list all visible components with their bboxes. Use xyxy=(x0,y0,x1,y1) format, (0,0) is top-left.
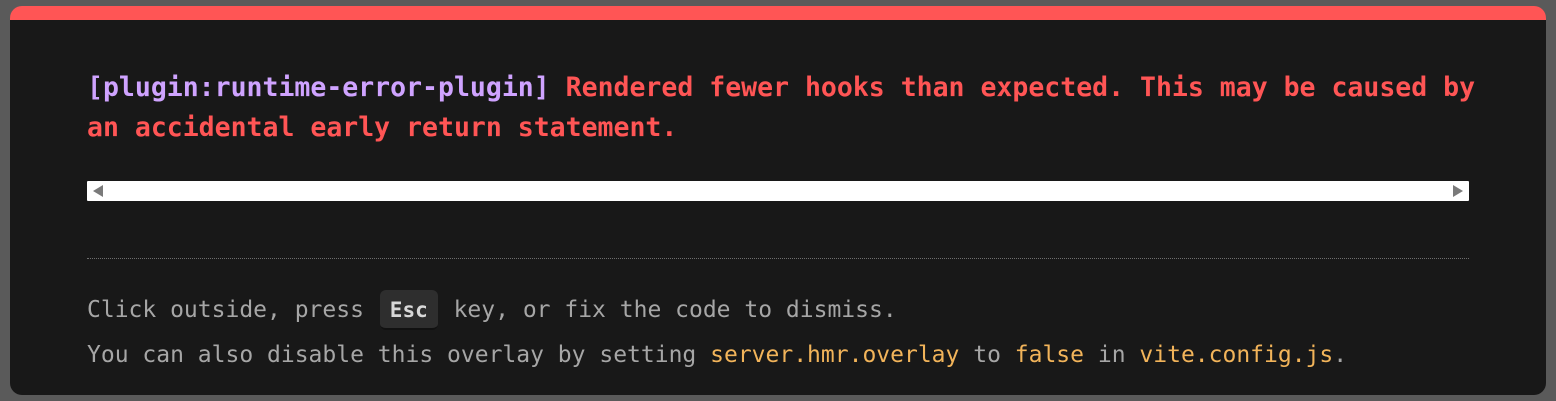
tip2-text-1: You can also disable this overlay by set… xyxy=(87,342,711,368)
tip2-text-2: to xyxy=(959,342,1015,368)
disable-overlay-tip: You can also disable this overlay by set… xyxy=(87,338,1347,372)
error-overlay-window: [plugin:runtime-error-plugin] Rendered f… xyxy=(10,6,1546,395)
tip2-text-3: in xyxy=(1084,342,1140,368)
setting-name: server.hmr.overlay xyxy=(710,342,960,368)
tip2-text-4: . xyxy=(1333,342,1348,368)
error-message: [plugin:runtime-error-plugin] Rendered f… xyxy=(87,68,1477,148)
scroll-left-arrow-icon[interactable] xyxy=(93,185,103,197)
tip-text-after-key: key, or fix the code to dismiss. xyxy=(439,297,897,323)
horizontal-scrollbar[interactable] xyxy=(87,181,1469,201)
dismiss-tip: Click outside, press Esc key, or fix the… xyxy=(87,290,897,330)
plugin-label: [plugin:runtime-error-plugin] xyxy=(87,72,550,103)
scroll-right-arrow-icon[interactable] xyxy=(1453,185,1463,197)
divider xyxy=(87,258,1469,259)
setting-value: false xyxy=(1014,342,1085,368)
esc-key: Esc xyxy=(379,290,438,330)
tip-text-before-key: Click outside, press xyxy=(87,297,378,323)
config-file-name: vite.config.js xyxy=(1139,342,1334,368)
